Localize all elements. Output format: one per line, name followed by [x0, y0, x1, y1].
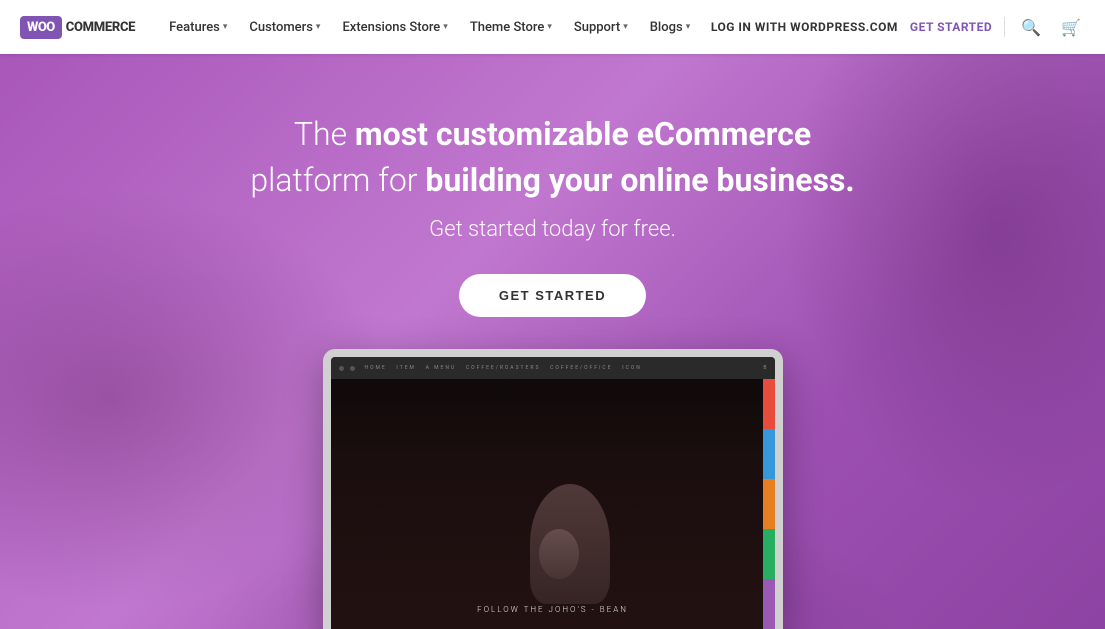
- nav-theme-label: Theme Store: [470, 20, 545, 35]
- chevron-down-icon: ▾: [623, 22, 628, 32]
- logo[interactable]: WOO COMMERCE: [20, 16, 135, 39]
- search-icon[interactable]: 🔍: [1017, 14, 1045, 41]
- chevron-down-icon: ▾: [547, 22, 552, 32]
- nav-blogs[interactable]: Blogs ▾: [640, 14, 701, 41]
- nav-features-label: Features: [169, 20, 220, 35]
- hero-bold-1: most customizable eCommerce: [355, 115, 811, 153]
- hero-subtitle: Get started today for free.: [250, 217, 854, 242]
- nav-links: Features ▾ Customers ▾ Extensions Store …: [159, 14, 711, 41]
- screen-dot: [339, 366, 344, 371]
- nav-right: LOG IN WITH WORDPRESS.COM GET STARTED 🔍 …: [711, 14, 1085, 41]
- chevron-down-icon: ▾: [223, 22, 228, 32]
- hero-content: The most customizable eCommerce platform…: [250, 114, 854, 317]
- nav-customers-label: Customers: [249, 20, 313, 35]
- sidebar-bar-red: [763, 379, 775, 429]
- nav-divider: [1004, 17, 1005, 37]
- screen-nav-items: HOME ITEM A MENU COFFEE/ROASTERS COFFEE/…: [365, 365, 642, 371]
- laptop-mockup: HOME ITEM A MENU COFFEE/ROASTERS COFFEE/…: [313, 349, 793, 629]
- nav-features[interactable]: Features ▾: [159, 14, 237, 41]
- hero-section: The most customizable eCommerce platform…: [0, 54, 1105, 629]
- screen-overlay-text: FOLLOW THE JOHO'S - BEAN: [477, 605, 628, 614]
- sidebar-bar-purple: [763, 579, 775, 629]
- laptop-screen-area: HOME ITEM A MENU COFFEE/ROASTERS COFFEE/…: [323, 349, 783, 629]
- hero-cta-button[interactable]: GET STARTED: [459, 274, 646, 317]
- screen-nav-bar: HOME ITEM A MENU COFFEE/ROASTERS COFFEE/…: [331, 357, 775, 379]
- hero-headline-1: The most customizable eCommerce: [250, 114, 854, 156]
- nav-extensions[interactable]: Extensions Store ▾: [332, 14, 457, 41]
- nav-customers[interactable]: Customers ▾: [239, 14, 330, 41]
- logo-commerce-text: COMMERCE: [66, 20, 135, 35]
- chevron-down-icon: ▾: [316, 22, 321, 32]
- nav-get-started[interactable]: GET STARTED: [910, 20, 992, 34]
- chevron-down-icon: ▾: [443, 22, 448, 32]
- nav-support[interactable]: Support ▾: [564, 14, 638, 41]
- logo-box: WOO: [20, 16, 62, 39]
- sidebar-bar-green: [763, 529, 775, 579]
- nav-support-label: Support: [574, 20, 620, 35]
- laptop-screen: HOME ITEM A MENU COFFEE/ROASTERS COFFEE/…: [331, 357, 775, 629]
- logo-woo-text: WOO: [27, 20, 55, 35]
- sidebar-bar-orange: [763, 479, 775, 529]
- screen-nav-right: B: [763, 365, 766, 371]
- sidebar-bar-blue: [763, 429, 775, 479]
- nav-extensions-label: Extensions Store: [342, 20, 440, 35]
- hero-headline-2: platform for building your online busine…: [250, 160, 854, 202]
- screen-body: FOLLOW THE JOHO'S - BEAN: [331, 379, 775, 629]
- screen-sidebar: [763, 379, 775, 629]
- chevron-down-icon: ▾: [686, 22, 691, 32]
- cart-icon[interactable]: 🛒: [1057, 14, 1085, 41]
- main-nav: WOO COMMERCE Features ▾ Customers ▾ Exte…: [0, 0, 1105, 54]
- nav-theme-store[interactable]: Theme Store ▾: [460, 14, 562, 41]
- screen-dot: [350, 366, 355, 371]
- login-link[interactable]: LOG IN WITH WORDPRESS.COM: [711, 20, 898, 34]
- hero-bold-2: building your online business.: [425, 161, 854, 199]
- nav-blogs-label: Blogs: [650, 20, 683, 35]
